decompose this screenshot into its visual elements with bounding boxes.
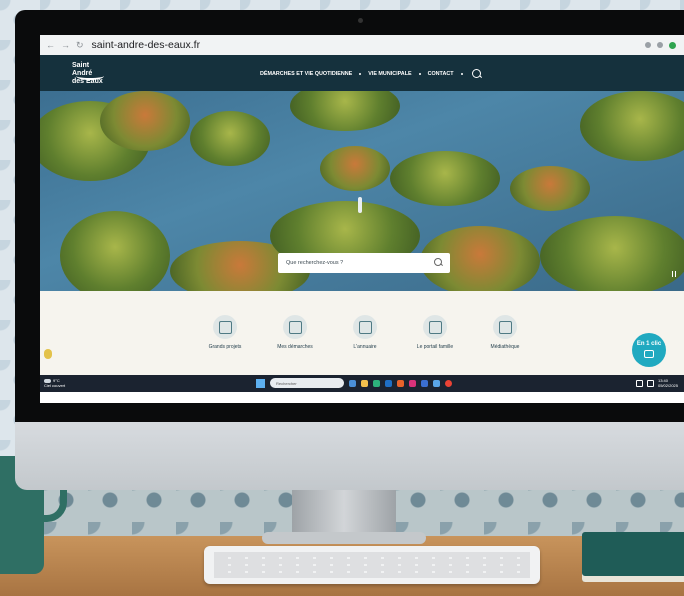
keyboard [204,546,540,584]
illustrator-icon[interactable] [397,379,404,387]
nav-demarches[interactable]: DÉMARCHES ET VIE QUOTIDIENNE [260,71,352,77]
vegetation-clump [580,91,684,161]
nav-separator [418,72,421,75]
en-1-clic-label: En 1 clic [636,341,662,347]
profile-icon[interactable] [669,41,676,49]
vegetation-clump [390,151,500,206]
bookmark-icon[interactable] [657,42,663,48]
hero-marsh-image: Que recherchez-vous ? [40,91,684,291]
quick-link-mediatheque[interactable]: Médiathèque [470,315,540,350]
icon-glyph [218,320,232,334]
reload-icon[interactable]: ↻ [76,40,84,51]
icon-glyph [288,320,302,334]
vegetation-clump [510,166,590,211]
icon-glyph [498,320,512,334]
weather-widget[interactable]: 9°C Ciel couvert [44,378,65,388]
chrome-icon[interactable] [445,379,452,387]
pause-icon[interactable] [672,271,676,277]
vegetation-clump [100,91,190,151]
nav-contact[interactable]: CONTACT [428,71,454,77]
site-header: Saint André des Eaux DÉMARCHES ET VIE QU… [40,55,684,91]
search-placeholder: Que recherchez-vous ? [286,260,344,266]
teams-icon[interactable] [433,379,440,387]
vegetation-clump [320,146,390,191]
windows-start-icon[interactable] [256,378,265,388]
word-icon[interactable] [421,379,428,387]
address-bar[interactable]: saint-andre-des-eaux.fr [92,39,201,51]
nav-separator [460,72,463,75]
taskbar-apps: Rechercher [256,378,452,388]
building-icon [213,315,237,339]
heron [358,197,362,213]
quick-links-bar: Grands projets Mes démarches L'annuaire … [40,291,684,375]
nav-separator [359,72,362,75]
quick-link-label: Le portail famille [416,344,454,350]
hero-search-input[interactable]: Que recherchez-vous ? [278,253,450,273]
vegetation-clump [190,111,270,166]
icon-glyph [358,320,372,334]
quick-link-label: L'annuaire [353,344,377,350]
en-1-clic-button[interactable]: En 1 clic [632,333,666,367]
taskbar-search-label: Rechercher [276,380,297,386]
monitor-chin [15,422,684,490]
quick-link-label: Mes démarches [277,344,313,350]
back-icon[interactable]: ← [46,40,55,50]
taskbar-search[interactable]: Rechercher [270,378,344,388]
forward-icon[interactable]: → [61,40,70,50]
vegetation-clump [540,216,684,291]
browser-toolbar: ← → ↻ saint-andre-des-eaux.fr [40,35,684,55]
clock-date: 05/02/2025 [657,383,678,388]
browser-actions [645,41,684,49]
wifi-icon[interactable] [635,379,643,387]
family-icon [423,315,447,339]
photoshop-icon[interactable] [385,379,392,387]
keyboard-keys [214,552,530,578]
quick-link-label: Médiathèque [490,344,520,350]
quick-link-portail-famille[interactable]: Le portail famille [400,315,470,350]
logo-swoosh [76,72,104,80]
quick-link-grands-projets[interactable]: Grands projets [190,315,260,350]
file-explorer-icon[interactable] [361,379,368,387]
accessibility-icon[interactable] [44,349,52,359]
weather-desc: Ciel couvert [44,383,66,388]
windows-taskbar: 9°C Ciel couvert Rechercher 13:40 05/02/2 [40,375,684,392]
screen: ← → ↻ saint-andre-des-eaux.fr Saint Andr… [40,35,684,403]
vegetation-clump [290,91,400,131]
clock[interactable]: 13:40 05/02/2025 [658,378,678,388]
nav-vie-municipale[interactable]: VIE MUNICIPALE [368,71,411,77]
extension-icon[interactable] [645,42,651,48]
quick-link-annuaire[interactable]: L'annuaire [330,315,400,350]
site-logo[interactable]: Saint André des Eaux [72,62,110,85]
system-tray: 13:40 05/02/2025 [635,378,678,388]
search-icon[interactable] [434,258,442,266]
icon-glyph [428,320,442,334]
main-nav: DÉMARCHES ET VIE QUOTIDIENNE VIE MUNICIP… [260,69,481,78]
volume-icon[interactable] [646,379,654,387]
clipboard-icon [283,315,307,339]
vegetation-clump [60,211,170,291]
webcam [358,18,363,23]
task-view-icon[interactable] [349,379,356,387]
quick-link-label: Grands projets [208,344,242,350]
quick-link-mes-demarches[interactable]: Mes démarches [260,315,330,350]
edge-icon[interactable] [373,379,380,387]
green-book [582,532,684,582]
library-icon [493,315,517,339]
book-icon [353,315,377,339]
pointer-icon [644,350,654,358]
search-icon[interactable] [471,69,481,78]
indesign-icon[interactable] [409,379,416,387]
monitor: ← → ↻ saint-andre-des-eaux.fr Saint Andr… [15,10,684,490]
monitor-stand-foot [262,532,426,544]
